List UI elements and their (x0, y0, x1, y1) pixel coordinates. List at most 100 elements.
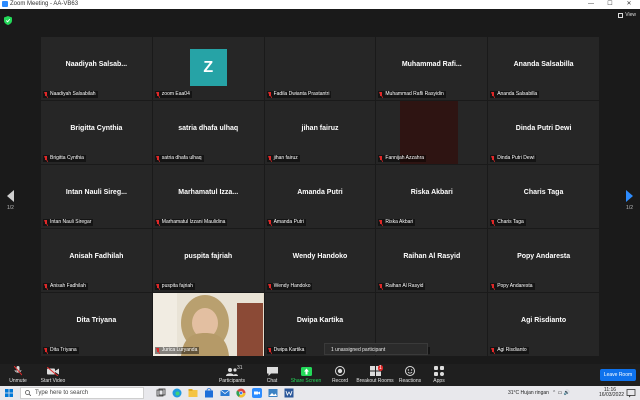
edge-browser-icon[interactable] (172, 388, 182, 398)
participant-name: Dinda Putri Dewi (515, 125, 572, 132)
participant-name: puspita fajriah (184, 253, 233, 260)
store-icon[interactable] (204, 388, 214, 398)
participant-tile[interactable]: Agi Risdianto Agi Risdianto (488, 293, 599, 356)
muted-mic-icon (379, 283, 384, 290)
system-tray-icons[interactable]: ⌃ ▭ 🔊 (552, 386, 570, 400)
participants-button[interactable]: 31 Participants (218, 365, 246, 384)
participant-tile[interactable]: Brigitta Cynthia Brigitta Cynthia (41, 101, 152, 164)
security-shield-icon[interactable] (4, 12, 12, 25)
muted-mic-icon (267, 283, 272, 290)
participant-label: Fadila Dwianta Prastantri (266, 91, 332, 98)
breakout-rooms-button[interactable]: 1 Breakout Rooms (356, 365, 394, 384)
taskbar-search-input[interactable]: Type here to search (20, 387, 144, 399)
word-icon[interactable] (284, 388, 294, 398)
participant-label: Riska Akbari (378, 219, 416, 226)
participant-label: Agi Risdianto (490, 347, 529, 354)
minimize-button[interactable]: — (584, 0, 598, 9)
muted-mic-icon (44, 283, 48, 290)
participant-tile[interactable]: Popy Andaresta Popy Andaresta (488, 229, 599, 292)
participant-tile[interactable]: Anisah Fadhilah Anisah Fadhilah (41, 229, 152, 292)
participant-label: Anisah Fadhilah (43, 283, 88, 290)
participant-name: satria dhafa ulhaq (178, 125, 239, 132)
zoom-taskbar-icon[interactable] (252, 388, 262, 398)
muted-mic-icon (44, 91, 48, 98)
participant-tile[interactable]: Charis Taga Charis Taga (488, 165, 599, 228)
chevron-left-icon (7, 190, 14, 202)
participant-avatar: Z (189, 49, 227, 86)
gallery-grid: Naadiyah Salsab... Naadiyah Salsabilah Z… (41, 37, 599, 357)
muted-mic-icon (379, 219, 384, 226)
participant-tile[interactable]: Dita Triyana Dita Triyana (41, 293, 152, 356)
muted-mic-icon (491, 155, 496, 162)
participant-tile[interactable]: Muhammad Rafi... Muhammad Rafli Rasyidin (376, 37, 488, 100)
participant-label: satria dhafa ulhaq (154, 155, 204, 162)
participant-tile[interactable]: Ananda Salsabilla Ananda Salsabilla (488, 37, 599, 100)
zoom-app-icon (2, 1, 8, 7)
participant-tile[interactable]: Fadila Dwianta Prastantri (264, 37, 376, 100)
muted-mic-icon (44, 347, 48, 354)
chat-button[interactable]: Chat (262, 366, 282, 384)
photos-icon[interactable] (268, 388, 278, 398)
participant-tile[interactable]: jihan fairuz jihan fairuz (264, 101, 376, 164)
participant-name: jihan fairuz (301, 125, 339, 132)
participant-tile[interactable]: Raihan Al Rasyid Raihan Al Rasyid (376, 229, 488, 292)
unassigned-participant-tooltip[interactable]: 1 unassigned participant (324, 343, 428, 355)
leave-room-button[interactable]: Leave Room (600, 369, 636, 381)
maximize-button[interactable]: ☐ (603, 0, 617, 9)
view-button[interactable]: View (618, 12, 636, 18)
participant-label: Ananda Salsabilla (490, 91, 540, 98)
participant-tile[interactable]: Z zoom Eaa04 (152, 37, 264, 100)
start-video-button[interactable]: Start Video (38, 366, 68, 384)
windows-start-icon[interactable] (5, 389, 13, 397)
participant-label: Wendy Handoko (266, 283, 313, 290)
previous-page-button[interactable] (6, 190, 16, 202)
active-speaker-tile[interactable]: Jurica Luryanda (152, 293, 264, 356)
muted-microphone-icon (14, 366, 22, 376)
chrome-icon[interactable] (236, 388, 246, 398)
participant-tile[interactable]: Amanda Putri Amanda Putri (264, 165, 376, 228)
participant-label: Amanda Putri (266, 219, 306, 226)
participant-label: Fannijah Azzahra (378, 155, 427, 162)
participant-name: Dwipa Kartika (296, 317, 344, 324)
taskbar-clock[interactable]: 11:16 16/03/2022 (599, 388, 624, 398)
muted-mic-icon (155, 91, 160, 98)
apps-button[interactable]: Apps (430, 366, 448, 384)
grid-view-icon (618, 12, 624, 18)
task-view-icon[interactable] (156, 388, 166, 398)
participant-tile[interactable]: Fannijah Azzahra (376, 101, 488, 164)
breakout-rooms-badge: 1 (378, 365, 383, 371)
page-indicator-left: 1/2 (7, 205, 14, 211)
participant-tile[interactable]: Intan Nauli Sireg... Intan Nauli Siregar (41, 165, 152, 228)
participant-name: Anisah Fadhilah (69, 253, 124, 260)
notification-icon[interactable] (626, 388, 636, 398)
participant-label: Charis Taga (490, 219, 526, 226)
muted-mic-icon (267, 91, 272, 98)
next-page-button[interactable] (624, 190, 634, 202)
muted-mic-icon (491, 219, 496, 226)
meeting-toolbar: Unmute Start Video 31 Participants Chat … (0, 364, 640, 386)
record-button[interactable]: Record (330, 366, 350, 384)
reactions-button[interactable]: Reactions (398, 366, 422, 384)
participant-tile[interactable]: satria dhafa ulhaq satria dhafa ulhaq (152, 101, 264, 164)
participant-label: Dwipa Kartika (266, 347, 307, 354)
participant-name: Wendy Handoko (292, 253, 348, 260)
share-screen-button[interactable]: Share Screen (290, 366, 322, 384)
unmute-button[interactable]: Unmute (6, 366, 30, 384)
participant-tile[interactable]: Dinda Putri Dewi Dinda Putri Dewi (488, 101, 599, 164)
participant-tile[interactable]: Naadiyah Salsab... Naadiyah Salsabilah (41, 37, 152, 100)
mail-icon[interactable] (220, 388, 230, 398)
participant-name: Popy Andaresta (517, 253, 571, 260)
share-screen-icon (300, 367, 312, 376)
participant-tile[interactable]: Marhamatul Izza... Marhamatul Izzani Mau… (152, 165, 264, 228)
participant-tile[interactable]: Riska Akbari Riska Akbari (376, 165, 488, 228)
close-button[interactable]: ✕ (622, 0, 636, 9)
participant-tile[interactable]: puspita fajriah puspita fajriah (152, 229, 264, 292)
participant-label: Marhamatul Izzani Maulidina (154, 219, 228, 226)
file-explorer-icon[interactable] (188, 388, 198, 398)
participant-tile[interactable]: Wendy Handoko Wendy Handoko (264, 229, 376, 292)
participant-name: Dita Triyana (76, 317, 117, 324)
participant-name: Muhammad Rafi... (401, 61, 462, 68)
participant-label: Raihan Al Rasyid (378, 283, 426, 290)
weather-widget[interactable]: 31°C Hujan ringan (508, 386, 549, 400)
muted-mic-icon (155, 155, 160, 162)
